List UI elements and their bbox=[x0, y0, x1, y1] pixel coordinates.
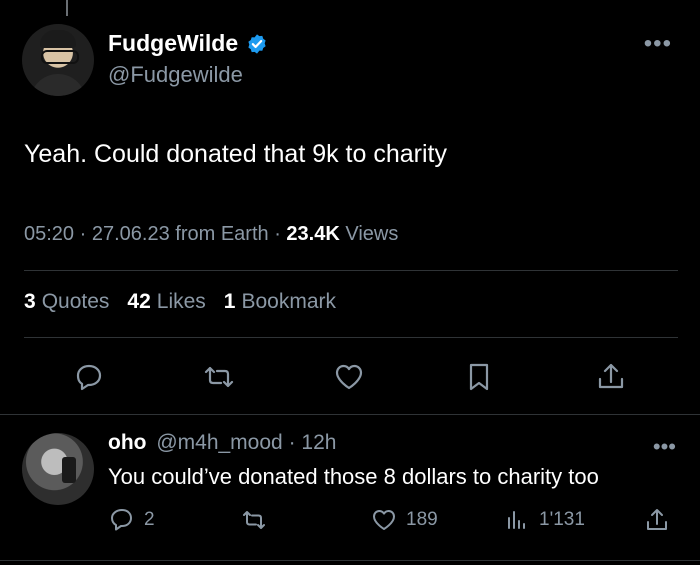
views-count: 23.4K bbox=[286, 223, 340, 245]
divider bbox=[0, 560, 700, 561]
bookmark-button[interactable] bbox=[462, 360, 496, 394]
reply-text: You could’ve donated those 8 dollars to … bbox=[108, 464, 599, 489]
tweet-date[interactable]: 27.06.23 bbox=[92, 223, 170, 245]
retweet-button[interactable] bbox=[202, 360, 236, 394]
reply-more-options-icon[interactable]: ••• bbox=[653, 434, 676, 460]
reply-views-button[interactable]: 1'131 bbox=[503, 506, 585, 534]
share-button[interactable] bbox=[594, 360, 628, 394]
engagement-stats: 3 Quotes 42 Likes 1 Bookmark bbox=[24, 290, 336, 314]
meta-separator: · bbox=[288, 431, 302, 454]
reply-icon bbox=[76, 364, 102, 391]
tweet-meta: 05:20 · 27.06.23 from Earth · 23.4K View… bbox=[24, 223, 398, 246]
reply-time[interactable]: 12h bbox=[301, 431, 336, 454]
reply-share-button[interactable] bbox=[643, 506, 671, 534]
like-button[interactable] bbox=[332, 360, 366, 394]
avatar-glasses bbox=[41, 50, 79, 64]
avatar-shirt bbox=[30, 74, 86, 96]
avatar-phone bbox=[62, 457, 76, 483]
retweet-icon bbox=[243, 511, 265, 529]
author-handle[interactable]: @Fudgewilde bbox=[108, 62, 243, 88]
like-icon bbox=[373, 510, 395, 530]
verified-badge-icon[interactable] bbox=[246, 33, 268, 55]
reply-views-count: 1'131 bbox=[539, 509, 585, 530]
thread-connector-line bbox=[66, 0, 68, 16]
reply-author-avatar[interactable] bbox=[22, 433, 94, 505]
bookmarks-stat[interactable]: 1 Bookmark bbox=[224, 290, 336, 314]
likes-stat[interactable]: 42 Likes bbox=[127, 290, 205, 314]
reply-icon bbox=[111, 509, 132, 531]
reply-like-button[interactable]: 189 bbox=[370, 506, 438, 534]
author-name-row: FudgeWilde bbox=[108, 30, 268, 57]
divider bbox=[24, 337, 678, 338]
reply-author-handle[interactable]: @m4h_mood bbox=[156, 431, 282, 454]
tweet-time[interactable]: 05:20 bbox=[24, 223, 74, 245]
reply-like-count: 189 bbox=[406, 509, 438, 530]
reply-header: oho @m4h_mood · 12h bbox=[108, 431, 336, 455]
share-icon bbox=[598, 363, 624, 389]
views-bar-chart-icon bbox=[508, 511, 525, 529]
share-icon bbox=[647, 509, 667, 530]
tweet-source: from Earth bbox=[175, 223, 269, 245]
reply-count: 2 bbox=[144, 509, 155, 530]
reply-action-bar: 2 189 1'131 bbox=[0, 506, 700, 536]
tweet-text: Yeah. Could donated that 9k to charity bbox=[24, 140, 447, 168]
bookmark-icon bbox=[469, 363, 489, 391]
author-name[interactable]: FudgeWilde bbox=[108, 30, 238, 57]
tweet-action-bar bbox=[0, 360, 700, 394]
reply-reply-button[interactable]: 2 bbox=[108, 506, 155, 534]
reply-retweet-button[interactable] bbox=[240, 506, 268, 534]
like-icon bbox=[335, 364, 363, 390]
author-avatar[interactable] bbox=[22, 24, 94, 96]
quotes-stat[interactable]: 3 Quotes bbox=[24, 290, 109, 314]
avatar-cap bbox=[40, 30, 76, 48]
divider bbox=[0, 414, 700, 415]
reply-button[interactable] bbox=[72, 360, 106, 394]
reply-author-name[interactable]: oho bbox=[108, 431, 146, 454]
retweet-icon bbox=[204, 366, 234, 388]
more-options-icon[interactable]: ••• bbox=[644, 30, 672, 58]
divider bbox=[24, 270, 678, 271]
meta-separator: · bbox=[274, 223, 287, 245]
views-label: Views bbox=[345, 223, 399, 245]
meta-separator: · bbox=[79, 223, 92, 245]
